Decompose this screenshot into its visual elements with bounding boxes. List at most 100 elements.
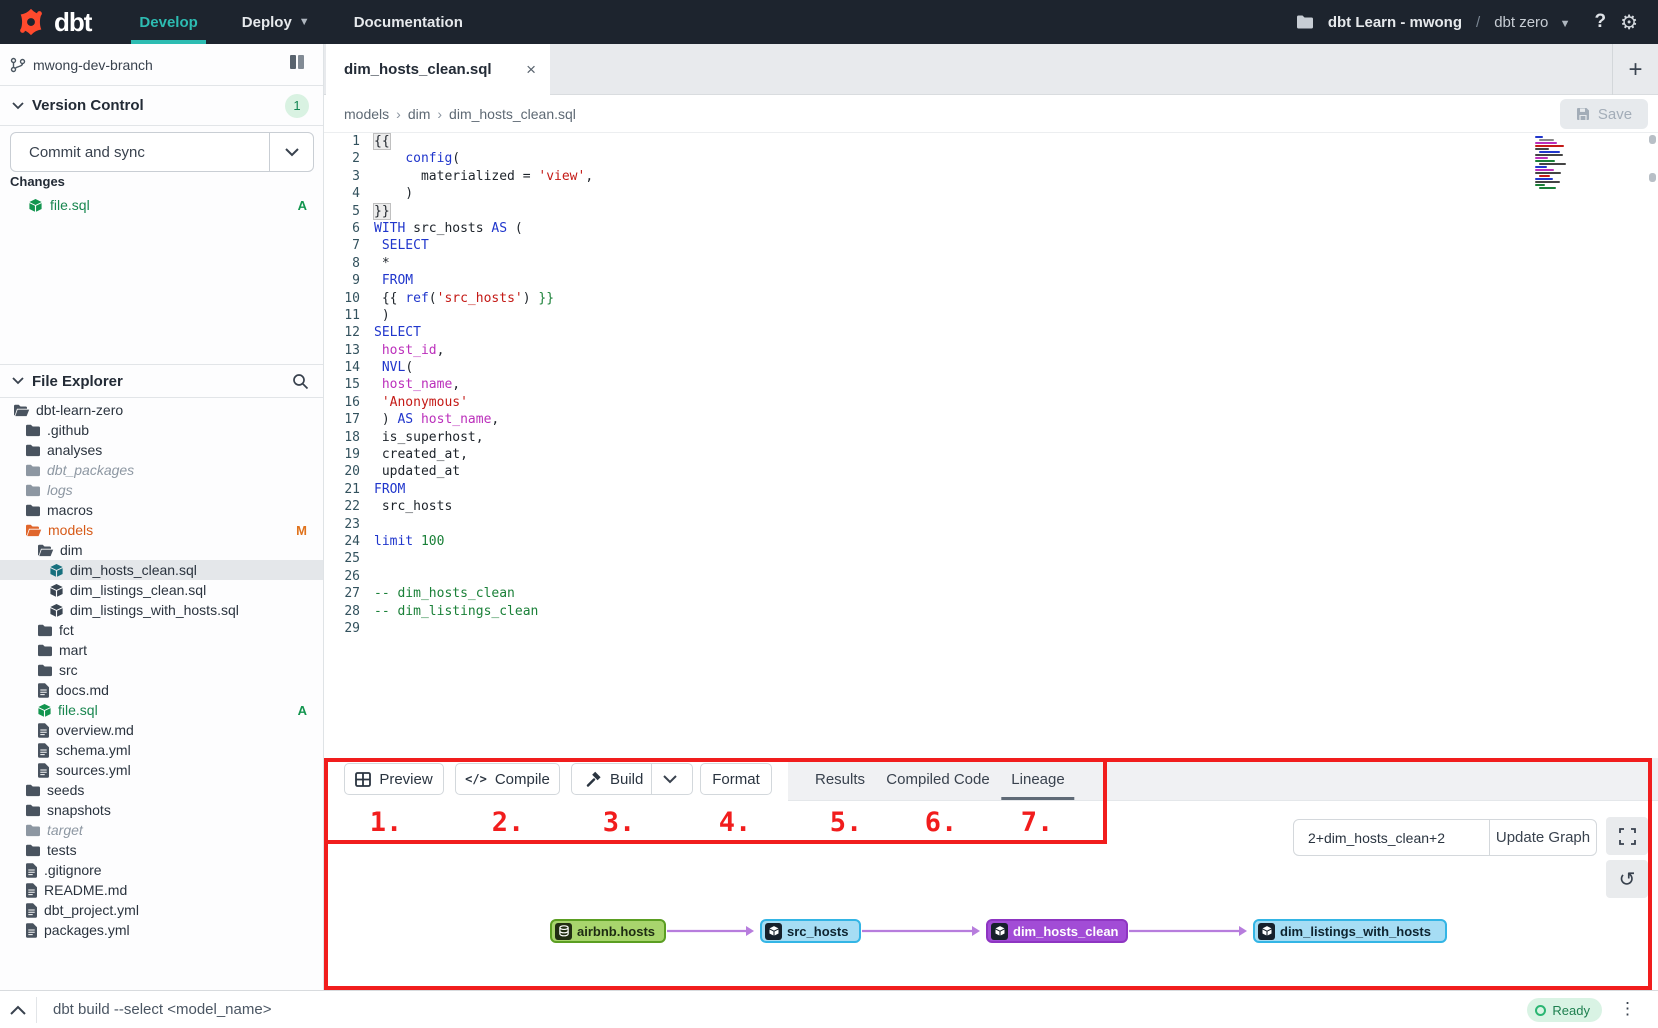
code-line[interactable]: 13 host_id, bbox=[324, 342, 1658, 359]
editor-scrollbar[interactable] bbox=[1649, 133, 1656, 753]
code-line[interactable]: 6WITH src_hosts AS ( bbox=[324, 220, 1658, 237]
close-tab-icon[interactable]: × bbox=[526, 60, 536, 80]
tree-item-dim-hosts-clean-sql[interactable]: dim_hosts_clean.sql bbox=[0, 560, 323, 580]
tree-item-macros[interactable]: macros bbox=[0, 500, 323, 520]
tree-item-dim-listings-with-hosts-sql[interactable]: dim_listings_with_hosts.sql bbox=[0, 600, 323, 620]
commit-and-sync-button[interactable]: Commit and sync bbox=[10, 132, 314, 172]
gear-icon[interactable]: ⚙ bbox=[1620, 10, 1638, 35]
help-icon[interactable]: ? bbox=[1594, 11, 1606, 33]
tree-item-fct[interactable]: fct bbox=[0, 620, 323, 640]
version-control-header[interactable]: Version Control 1 bbox=[0, 86, 323, 126]
tree-item-schema-yml[interactable]: schema.yml bbox=[0, 740, 323, 760]
tree-item-docs-md[interactable]: docs.md bbox=[0, 680, 323, 700]
kebab-menu-icon[interactable]: ⋮ bbox=[1619, 999, 1636, 1019]
nav-item-deploy[interactable]: Deploy▼ bbox=[220, 0, 332, 44]
code-line[interactable]: 1{{ bbox=[324, 133, 1658, 150]
code-line[interactable]: 29 bbox=[324, 620, 1658, 637]
build-button[interactable]: Build bbox=[571, 763, 693, 795]
file-explorer-header[interactable]: File Explorer bbox=[0, 364, 323, 398]
tree-item-file-sql[interactable]: file.sqlA bbox=[0, 700, 323, 720]
lineage-node-src_hosts[interactable]: src_hosts bbox=[760, 919, 861, 943]
tree-item-mart[interactable]: mart bbox=[0, 640, 323, 660]
code-line[interactable]: 23 bbox=[324, 516, 1658, 533]
tree-item-sources-yml[interactable]: sources.yml bbox=[0, 760, 323, 780]
code-line[interactable]: 17 ) AS host_name, bbox=[324, 411, 1658, 428]
tree-item-overview-md[interactable]: overview.md bbox=[0, 720, 323, 740]
tree-item-tests[interactable]: tests bbox=[0, 840, 323, 860]
tab-compiled-code[interactable]: Compiled Code bbox=[882, 758, 993, 800]
code-line[interactable]: 18 is_superhost, bbox=[324, 429, 1658, 446]
code-line[interactable]: 7 SELECT bbox=[324, 237, 1658, 254]
format-button[interactable]: Format bbox=[700, 763, 772, 795]
git-branch-row[interactable]: mwong-dev-branch bbox=[0, 44, 323, 86]
tree-item-target[interactable]: target bbox=[0, 820, 323, 840]
tree-item-seeds[interactable]: seeds bbox=[0, 780, 323, 800]
code-line[interactable]: 26 bbox=[324, 568, 1658, 585]
breadcrumb-models[interactable]: models bbox=[344, 106, 389, 122]
breadcrumb-dim[interactable]: dim bbox=[408, 106, 431, 122]
tree-item-logs[interactable]: logs bbox=[0, 480, 323, 500]
code-line[interactable]: 11 ) bbox=[324, 307, 1658, 324]
tree-item-dbt-project-yml[interactable]: dbt_project.yml bbox=[0, 900, 323, 920]
tree-item-analyses[interactable]: analyses bbox=[0, 440, 323, 460]
code-line[interactable]: 25 bbox=[324, 550, 1658, 567]
changed-file-row[interactable]: file.sql A bbox=[0, 194, 323, 216]
project-name[interactable]: dbt Learn - mwong bbox=[1328, 14, 1462, 31]
dbt-logo[interactable]: dbt bbox=[0, 7, 117, 38]
docs-books-icon[interactable] bbox=[289, 54, 309, 75]
tree-item-src[interactable]: src bbox=[0, 660, 323, 680]
editor-tab-active[interactable]: dim_hosts_clean.sql × bbox=[326, 44, 550, 95]
update-graph-button[interactable]: Update Graph bbox=[1489, 820, 1596, 855]
tree-item-dbt-learn-zero[interactable]: dbt-learn-zero bbox=[0, 400, 323, 420]
preview-button[interactable]: Preview bbox=[344, 763, 444, 795]
new-tab-button[interactable]: + bbox=[1612, 44, 1658, 95]
lineage-node-dim_listings_with_hosts[interactable]: dim_listings_with_hosts bbox=[1253, 919, 1447, 943]
code-line[interactable]: 21FROM bbox=[324, 481, 1658, 498]
code-line[interactable]: 28-- dim_listings_clean bbox=[324, 603, 1658, 620]
nav-item-develop[interactable]: Develop bbox=[117, 0, 219, 44]
lineage-selector-input[interactable] bbox=[1294, 820, 1489, 855]
tree-item-readme-md[interactable]: README.md bbox=[0, 880, 323, 900]
code-line[interactable]: 3 materialized = 'view', bbox=[324, 168, 1658, 185]
tab-lineage[interactable]: Lineage bbox=[1007, 758, 1068, 800]
tree-item-snapshots[interactable]: snapshots bbox=[0, 800, 323, 820]
code-line[interactable]: 14 NVL( bbox=[324, 359, 1658, 376]
code-line[interactable]: 19 created_at, bbox=[324, 446, 1658, 463]
code-line[interactable]: 10 {{ ref('src_hosts') }} bbox=[324, 290, 1658, 307]
reset-view-button[interactable]: ↺ bbox=[1606, 860, 1648, 898]
code-line[interactable]: 22 src_hosts bbox=[324, 498, 1658, 515]
code-line[interactable]: 9 FROM bbox=[324, 272, 1658, 289]
code-editor[interactable]: 1{{2 config(3 materialized = 'view',4 )5… bbox=[324, 133, 1658, 758]
tree-item-dim[interactable]: dim bbox=[0, 540, 323, 560]
lineage-node-airbnb-hosts[interactable]: airbnb.hosts bbox=[550, 919, 666, 943]
tree-item-models[interactable]: modelsM bbox=[0, 520, 323, 540]
code-line[interactable]: 20 updated_at bbox=[324, 463, 1658, 480]
fullscreen-button[interactable] bbox=[1606, 817, 1648, 855]
lineage-node-dim_hosts_clean[interactable]: dim_hosts_clean bbox=[986, 919, 1128, 943]
code-line[interactable]: 15 host_name, bbox=[324, 376, 1658, 393]
environment-select[interactable]: dbt zero ▼ bbox=[1494, 14, 1570, 31]
tree-item-packages-yml[interactable]: packages.yml bbox=[0, 920, 323, 940]
cli-command-input[interactable]: dbt build --select <model_name> bbox=[53, 1001, 271, 1018]
save-button[interactable]: Save bbox=[1560, 99, 1648, 129]
tab-results[interactable]: Results bbox=[811, 758, 869, 800]
compile-button[interactable]: </>Compile bbox=[455, 763, 560, 795]
code-line[interactable]: 8 * bbox=[324, 255, 1658, 272]
expand-console-button[interactable] bbox=[0, 1005, 36, 1015]
code-line[interactable]: 24limit 100 bbox=[324, 533, 1658, 550]
tree-item-dbt-packages[interactable]: dbt_packages bbox=[0, 460, 323, 480]
breadcrumb-file[interactable]: dim_hosts_clean.sql bbox=[449, 106, 576, 122]
search-icon[interactable] bbox=[292, 373, 309, 390]
code-line[interactable]: 16 'Anonymous' bbox=[324, 394, 1658, 411]
tree-item--gitignore[interactable]: .gitignore bbox=[0, 860, 323, 880]
code-line[interactable]: 2 config( bbox=[324, 150, 1658, 167]
tree-item-dim-listings-clean-sql[interactable]: dim_listings_clean.sql bbox=[0, 580, 323, 600]
build-options-chevron[interactable] bbox=[651, 764, 687, 794]
tree-item--github[interactable]: .github bbox=[0, 420, 323, 440]
code-line[interactable]: 27-- dim_hosts_clean bbox=[324, 585, 1658, 602]
nav-item-documentation[interactable]: Documentation bbox=[332, 0, 485, 44]
code-line[interactable]: 4 ) bbox=[324, 185, 1658, 202]
commit-options-chevron[interactable] bbox=[269, 133, 313, 171]
code-line[interactable]: 12SELECT bbox=[324, 324, 1658, 341]
code-line[interactable]: 5}} bbox=[324, 203, 1658, 220]
